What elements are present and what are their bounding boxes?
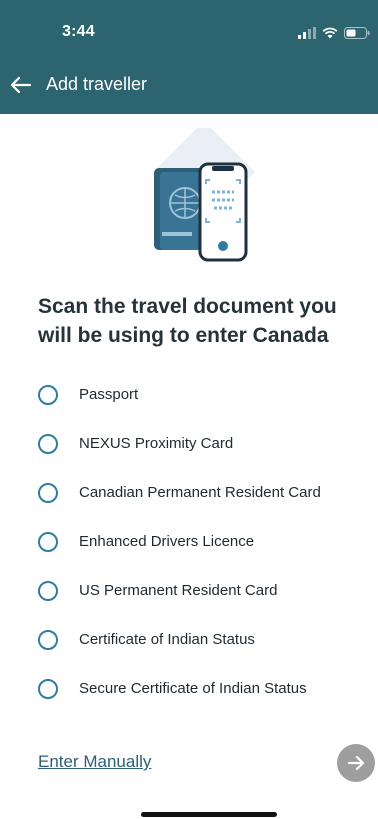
app-bar: Add traveller [0,56,378,114]
document-options: Passport NEXUS Proximity Card Canadian P… [38,370,368,713]
document-scan-illustration [153,128,255,262]
status-icons [298,26,370,40]
scan-heading: Scan the travel document you will be usi… [38,295,337,347]
option-label: Canadian Permanent Resident Card [79,484,321,501]
wifi-icon [322,27,338,39]
cellular-signal-icon [298,27,316,39]
radio-button[interactable] [38,384,58,405]
option-passport[interactable]: Passport [38,370,368,419]
option-enhanced-drivers-licence[interactable]: Enhanced Drivers Licence [38,517,368,566]
page-title: Add traveller [46,74,148,94]
arrow-left-icon[interactable] [8,72,34,98]
radio-button[interactable] [38,580,58,601]
radio-button[interactable] [38,629,58,650]
option-nexus-card[interactable]: NEXUS Proximity Card [38,419,368,468]
enter-manually-link[interactable]: Enter Manually [38,752,151,772]
status-bar: 3:44 [0,0,378,56]
radio-button[interactable] [38,531,58,552]
option-label: US Permanent Resident Card [79,582,278,599]
battery-icon [344,27,370,39]
radio-button[interactable] [38,678,58,699]
option-label: Secure Certificate of Indian Status [79,680,307,697]
option-permanent-resident-card[interactable]: Canadian Permanent Resident Card [38,468,368,517]
status-time: 3:44 [62,23,95,40]
arrow-right-icon [347,755,365,771]
radio-button[interactable] [38,482,58,503]
option-label: NEXUS Proximity Card [79,435,234,452]
radio-button[interactable] [38,433,58,454]
option-label: Certificate of Indian Status [79,631,255,648]
option-label: Enhanced Drivers Licence [79,533,255,550]
home-indicator [141,812,277,817]
next-button[interactable] [337,744,375,782]
option-label: Passport [79,386,139,403]
option-certificate-indian-status[interactable]: Certificate of Indian Status [38,615,368,664]
option-us-permanent-resident-card[interactable]: US Permanent Resident Card [38,566,368,615]
option-secure-certificate-indian-status[interactable]: Secure Certificate of Indian Status [38,664,368,713]
